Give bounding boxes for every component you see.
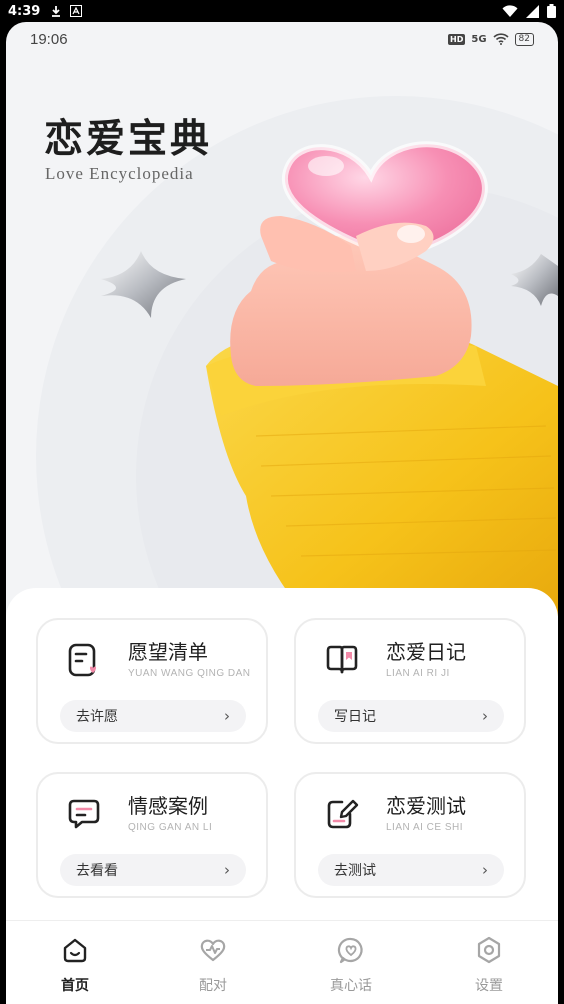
tab-match[interactable]: 配对 xyxy=(144,921,282,1004)
feature-subtitle: LIAN AI RI JI xyxy=(386,668,450,679)
battery-icon xyxy=(547,4,556,18)
feature-subtitle: QING GAN AN LI xyxy=(128,822,213,833)
chevron-right-icon: › xyxy=(482,707,488,725)
chevron-right-icon: › xyxy=(224,707,230,725)
tab-settings[interactable]: 设置 xyxy=(420,921,558,1004)
feature-card-wishlist[interactable]: 愿望清单 YUAN WANG QING DAN 去许愿 › xyxy=(36,618,268,744)
feature-panel: 愿望清单 YUAN WANG QING DAN 去许愿 › 恋爱日记 LIAN … xyxy=(6,588,558,928)
feature-subtitle: YUAN WANG QING DAN xyxy=(128,668,251,679)
tab-truth[interactable]: 真心话 xyxy=(282,921,420,1004)
app-subtitle: Love Encyclopedia xyxy=(45,164,194,183)
heart-bubble-icon xyxy=(337,937,363,964)
view-cases-button[interactable]: 去看看 › xyxy=(60,854,246,886)
app-a-icon xyxy=(70,5,83,17)
button-label: 去许愿 xyxy=(76,709,118,725)
feature-title: 恋爱测试 xyxy=(386,794,466,818)
system-status-bar: 4:39 xyxy=(0,0,564,22)
feature-subtitle: LIAN AI CE SHI xyxy=(386,822,464,833)
feature-title: 恋爱日记 xyxy=(386,640,466,664)
case-message-icon xyxy=(68,799,100,829)
make-wish-button[interactable]: 去许愿 › xyxy=(60,700,246,732)
feature-card-test[interactable]: 恋爱测试 LIAN AI CE SHI 去测试 › xyxy=(294,772,526,898)
button-label: 去看看 xyxy=(76,863,118,879)
button-label: 去测试 xyxy=(334,863,376,879)
inner-battery-icon: 82 xyxy=(514,32,534,46)
wishlist-icon xyxy=(68,643,97,677)
feature-card-cases[interactable]: 情感案例 QING GAN AN LI 去看看 › xyxy=(36,772,268,898)
inner-time: 19:06 xyxy=(30,30,68,48)
tab-label: 真心话 xyxy=(330,978,372,994)
tab-home[interactable]: 首页 xyxy=(6,921,144,1004)
write-diary-button[interactable]: 写日记 › xyxy=(318,700,504,732)
app-title: 恋爱宝典 xyxy=(44,116,213,162)
inner-wifi-icon xyxy=(492,33,509,45)
system-time: 4:39 xyxy=(8,3,41,19)
diary-icon xyxy=(326,645,358,674)
feature-title: 愿望清单 xyxy=(128,640,208,664)
test-edit-icon xyxy=(327,799,359,829)
heartbeat-icon xyxy=(200,939,226,962)
tab-label: 首页 xyxy=(61,978,89,994)
bottom-tab-bar: 首页 配对 真心话 设置 xyxy=(6,920,558,1004)
tab-label: 配对 xyxy=(199,978,227,994)
chevron-right-icon: › xyxy=(224,861,230,879)
download-icon xyxy=(52,5,61,17)
take-test-button[interactable]: 去测试 › xyxy=(318,854,504,886)
network-label: 5G xyxy=(471,33,487,45)
app-screen: 19:06 HD 5G 82 恋爱宝典 Love Encyclopedia 愿望… xyxy=(6,22,558,1004)
chevron-right-icon: › xyxy=(482,861,488,879)
feature-title: 情感案例 xyxy=(128,794,208,818)
inner-status-bar: 19:06 HD 5G 82 xyxy=(6,22,558,56)
settings-icon xyxy=(477,936,501,964)
tab-label: 设置 xyxy=(475,978,503,994)
wifi-icon xyxy=(502,4,518,17)
hero-banner: 恋爱宝典 Love Encyclopedia xyxy=(6,56,558,616)
home-icon xyxy=(63,938,87,963)
feature-card-diary[interactable]: 恋爱日记 LIAN AI RI JI 写日记 › xyxy=(294,618,526,744)
signal-icon xyxy=(526,4,539,18)
button-label: 写日记 xyxy=(334,709,376,725)
hd-badge: HD xyxy=(448,33,466,45)
